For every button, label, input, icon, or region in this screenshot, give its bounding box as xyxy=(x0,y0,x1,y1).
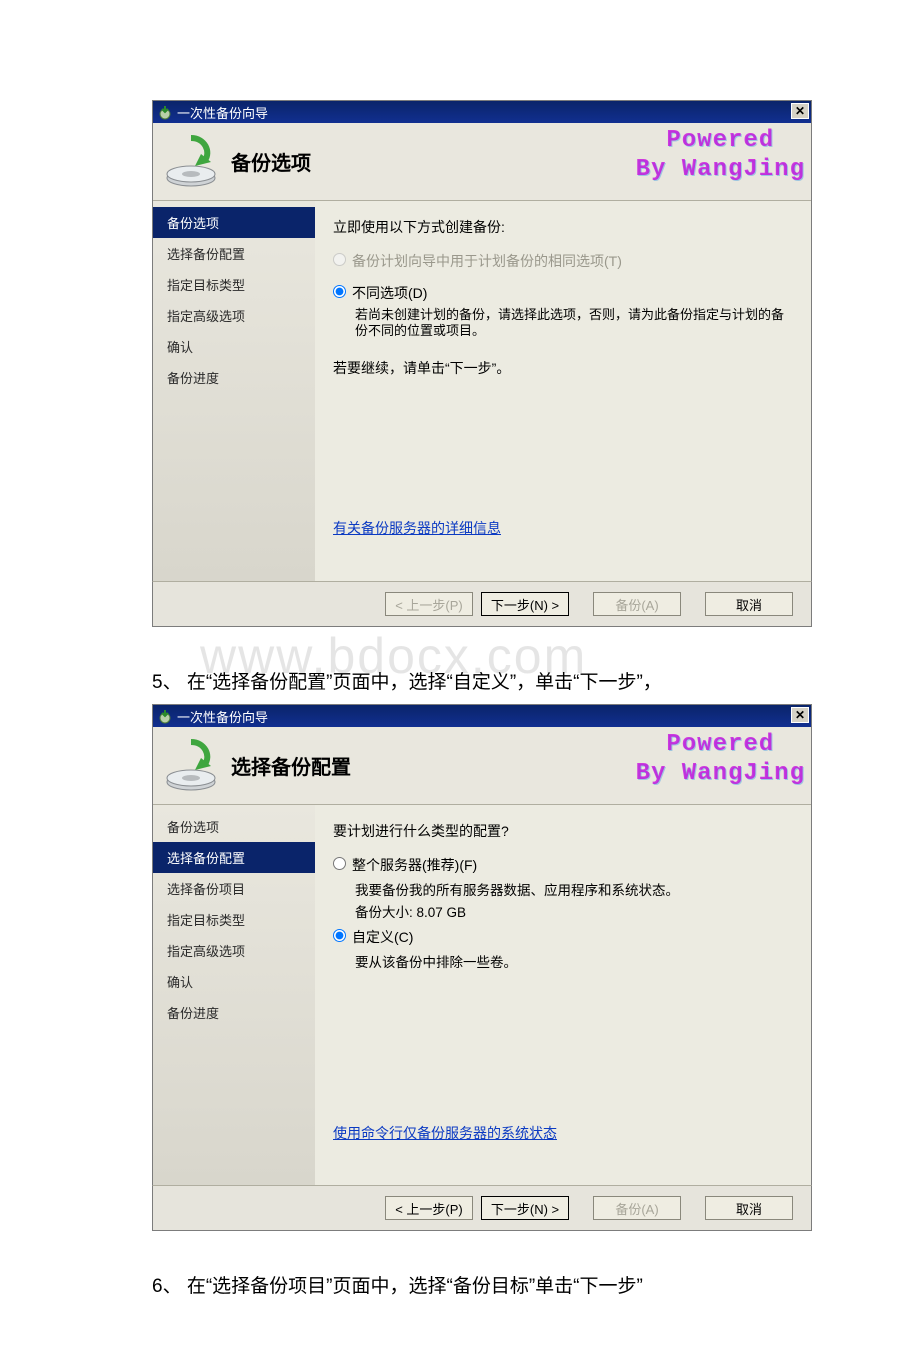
sidebar-item: 确认 xyxy=(153,331,315,362)
details-link[interactable]: 有关备份服务器的详细信息 xyxy=(333,518,501,538)
titlebar[interactable]: 一次性备份向导 ✕ xyxy=(153,101,811,123)
backup-button: 备份(A) xyxy=(593,1196,681,1220)
wizard-header: 备份选项 Powered By WangJing xyxy=(153,123,811,201)
sidebar-item: 指定目标类型 xyxy=(153,904,315,935)
content-panel: 立即使用以下方式创建备份: 备份计划向导中用于计划备份的相同选项(T) 不同选项… xyxy=(315,201,811,581)
sidebar-item[interactable]: 备份选项 xyxy=(153,207,315,238)
cancel-button[interactable]: 取消 xyxy=(705,592,793,616)
radio-full-server[interactable]: 整个服务器(推荐)(F) xyxy=(333,855,793,875)
sidebar-item[interactable]: 选择备份配置 xyxy=(153,842,315,873)
button-bar: < 上一步(P) 下一步(N) > 备份(A) 取消 xyxy=(152,1185,812,1231)
sidebar-item: 指定目标类型 xyxy=(153,269,315,300)
radio-desc: 要从该备份中排除一些卷。 xyxy=(355,951,793,971)
powered-watermark: Powered By WangJing xyxy=(636,731,805,789)
button-bar: < 上一步(P) 下一步(N) > 备份(A) 取消 xyxy=(152,581,812,627)
titlebar-text: 一次性备份向导 xyxy=(177,103,268,122)
sidebar-item[interactable]: 备份选项 xyxy=(153,811,315,842)
instruction-text: 6、 在“选择备份项目”页面中，选择“备份目标”单击“下一步” xyxy=(152,1271,850,1298)
sidebar-item: 选择备份项目 xyxy=(153,873,315,904)
continue-text: 若要继续，请单击“下一步”。 xyxy=(333,358,793,378)
radio-desc: 我要备份我的所有服务器数据、应用程序和系统状态。 xyxy=(355,879,793,899)
radio-input[interactable] xyxy=(333,929,346,942)
radio-desc: 若尚未创建计划的备份，请选择此选项，否则，请为此备份指定与计划的备份不同的位置或… xyxy=(355,307,793,340)
drive-arrow-icon xyxy=(161,132,221,192)
radio-label: 备份计划向导中用于计划备份的相同选项(T) xyxy=(352,251,622,271)
titlebar-text: 一次性备份向导 xyxy=(177,707,268,726)
sidebar-item: 选择备份配置 xyxy=(153,238,315,269)
prev-button: < 上一步(P) xyxy=(385,592,473,616)
content-panel: 要计划进行什么类型的配置? 整个服务器(推荐)(F) 我要备份我的所有服务器数据… xyxy=(315,805,811,1185)
intro-text: 要计划进行什么类型的配置? xyxy=(333,821,793,841)
close-icon[interactable]: ✕ xyxy=(791,103,809,119)
cancel-button[interactable]: 取消 xyxy=(705,1196,793,1220)
backup-size: 备份大小: 8.07 GB xyxy=(355,901,793,921)
radio-input[interactable] xyxy=(333,857,346,870)
next-button[interactable]: 下一步(N) > xyxy=(481,592,569,616)
sidebar-item: 备份进度 xyxy=(153,362,315,393)
cmdline-link[interactable]: 使用命令行仅备份服务器的系统状态 xyxy=(333,1123,557,1143)
radio-label: 自定义(C) xyxy=(352,927,413,947)
backup-button: 备份(A) xyxy=(593,592,681,616)
sidebar-item: 备份进度 xyxy=(153,997,315,1028)
sidebar-item: 指定高级选项 xyxy=(153,935,315,966)
sidebar: 备份选项 选择备份配置 选择备份项目 指定目标类型 指定高级选项 确认 备份进度 xyxy=(153,805,315,1185)
sidebar-item: 确认 xyxy=(153,966,315,997)
next-button[interactable]: 下一步(N) > xyxy=(481,1196,569,1220)
wizard-header: 选择备份配置 Powered By WangJing xyxy=(153,727,811,805)
backup-wizard-icon xyxy=(157,708,173,724)
sidebar-item: 指定高级选项 xyxy=(153,300,315,331)
radio-label: 整个服务器(推荐)(F) xyxy=(352,855,477,875)
titlebar[interactable]: 一次性备份向导 ✕ xyxy=(153,705,811,727)
radio-same-options: 备份计划向导中用于计划备份的相同选项(T) xyxy=(333,251,793,271)
close-icon[interactable]: ✕ xyxy=(791,707,809,723)
page-title: 备份选项 xyxy=(231,147,311,176)
radio-input xyxy=(333,253,346,266)
wizard-backup-options: 一次性备份向导 ✕ 备份选项 Powered By WangJing 备份选项 … xyxy=(152,100,812,581)
drive-arrow-icon xyxy=(161,736,221,796)
radio-different-options[interactable]: 不同选项(D) xyxy=(333,283,793,303)
radio-input[interactable] xyxy=(333,285,346,298)
powered-watermark: Powered By WangJing xyxy=(636,127,805,185)
backup-wizard-icon xyxy=(157,104,173,120)
radio-custom[interactable]: 自定义(C) xyxy=(333,927,793,947)
page-title: 选择备份配置 xyxy=(231,751,351,780)
intro-text: 立即使用以下方式创建备份: xyxy=(333,217,793,237)
sidebar: 备份选项 选择备份配置 指定目标类型 指定高级选项 确认 备份进度 xyxy=(153,201,315,581)
instruction-text: 5、 在“选择备份配置”页面中，选择“自定义”，单击“下一步”， xyxy=(152,667,850,694)
wizard-select-config: 一次性备份向导 ✕ 选择备份配置 Powered By WangJing 备份选… xyxy=(152,704,812,1185)
prev-button[interactable]: < 上一步(P) xyxy=(385,1196,473,1220)
radio-label: 不同选项(D) xyxy=(352,283,427,303)
